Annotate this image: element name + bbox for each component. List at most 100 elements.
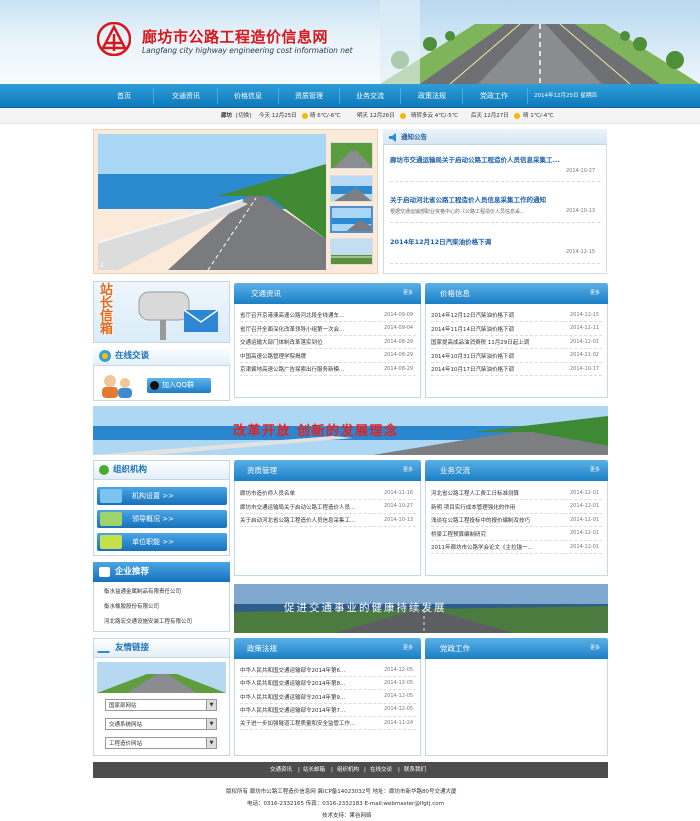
policy-item[interactable]: 中华人民共和国交通运输部令2014年第8... bbox=[240, 679, 382, 687]
recommend-item[interactable]: 河北路宏交通设施安装工程有限公司 bbox=[104, 617, 226, 625]
footer-link[interactable]: 交通资讯 bbox=[270, 762, 292, 778]
policy-item[interactable]: 关于进一步加强隧道工程质量和安全监管工作... bbox=[240, 719, 382, 727]
news-item-date: 2014-08-29 bbox=[384, 352, 414, 358]
notice-item-title[interactable]: 2014年12月12日汽柴油价格下调 bbox=[390, 236, 491, 246]
chevron-down-icon: ▼ bbox=[206, 700, 216, 710]
exchange-more-link[interactable]: 更多 bbox=[590, 460, 600, 481]
weather-switch-link[interactable]: [切换] bbox=[236, 109, 251, 124]
exchange-item-date: 2014-12-01 bbox=[570, 516, 600, 523]
org-function-label: 单位职能 >> bbox=[132, 538, 174, 546]
nav-home[interactable]: 首页 bbox=[96, 84, 152, 108]
qualification-item[interactable]: 关于启动河北省公路工程造价人员信息采集工... bbox=[240, 516, 382, 524]
exchange-item[interactable]: 河北省公路工程人工费工日标准测算 bbox=[431, 489, 561, 497]
user-avatar-icon bbox=[102, 375, 132, 398]
policy-item[interactable]: 中华人民共和国交通运输部令2014年第7... bbox=[240, 706, 382, 714]
links-image bbox=[97, 662, 226, 693]
org-setup-button[interactable]: 机构设置 >> bbox=[97, 487, 227, 505]
footer-link[interactable]: 站长邮箱 bbox=[303, 762, 325, 778]
mailbox-icon bbox=[138, 291, 219, 340]
price-title: 价格信息 bbox=[440, 289, 470, 298]
news-item[interactable]: 交通运输大部门体制改革落实到位 bbox=[240, 338, 382, 346]
exchange-item[interactable]: 浅谈在公路工程投标中的报价编制及技巧 bbox=[431, 516, 561, 524]
join-qq-label: 加入QQ群 bbox=[162, 381, 195, 389]
policy-item[interactable]: 中华人民共和国交通运输部令2014年第9... bbox=[240, 693, 382, 701]
slider-index: 2 bbox=[100, 262, 104, 269]
policy-item-date: 2014-12-05 bbox=[384, 693, 414, 700]
footer-link[interactable]: 联系我们 bbox=[404, 762, 426, 778]
list-divider bbox=[431, 512, 602, 514]
chevron-down-icon: ▼ bbox=[206, 719, 216, 729]
header-road-image bbox=[380, 0, 700, 84]
online-chat-title: 在线交谈 bbox=[115, 351, 150, 361]
footer-nav: 交通资讯 | 站长邮箱 | 组织机构 | 在线交谈 | 联系我们 bbox=[93, 762, 608, 778]
policy-item-date: 2014-12-05 bbox=[384, 706, 414, 713]
nav-party[interactable]: 党政工作 bbox=[466, 84, 522, 108]
price-item[interactable]: 2014年11月14日汽柴油价格下调 bbox=[431, 325, 561, 333]
nav-price[interactable]: 价格信息 bbox=[220, 84, 276, 108]
price-item[interactable]: 2014年10月17日汽柴油价格下调 bbox=[431, 365, 561, 373]
leader-icon bbox=[100, 512, 122, 526]
qualification-item[interactable]: 廊坊市造价师人员名单 bbox=[240, 489, 382, 497]
nav-policy[interactable]: 政策法规 bbox=[404, 84, 460, 108]
slider-main-image[interactable] bbox=[98, 134, 326, 270]
news-item[interactable]: 省厅召开京港澳高速公路河北段全线通车... bbox=[240, 311, 382, 319]
recommend-title: 企业推荐 bbox=[115, 567, 150, 577]
news-item-date: 2014-09-09 bbox=[384, 311, 414, 318]
links-select-national[interactable]: 国家部网站 ▼ bbox=[105, 699, 217, 711]
slider-thumb-2[interactable] bbox=[330, 175, 373, 202]
news-more-link[interactable]: 更多 bbox=[403, 283, 413, 304]
qualification-more-link[interactable]: 更多 bbox=[403, 460, 413, 481]
notice-item-title[interactable]: 关于启动河北省公路工程造价人员信息采集工作的通知 bbox=[390, 194, 546, 204]
notice-item-desc: 根据交通运输部职业资格中心的《公路工程造价人员信息采... bbox=[390, 209, 525, 215]
document-icon bbox=[99, 567, 110, 577]
footer-link[interactable]: 在线交谈 bbox=[370, 762, 392, 778]
news-item-date: 2014-09-04 bbox=[384, 325, 414, 331]
slider-thumb-4[interactable] bbox=[330, 238, 373, 265]
slider-thumb-1[interactable] bbox=[330, 142, 373, 169]
policy-item[interactable]: 中华人民共和国交通运输部令2014年第6... bbox=[240, 666, 382, 674]
links-title: 友情链接 bbox=[115, 643, 150, 653]
exchange-item[interactable]: 2011年廊坊市公路学会论文《主拉锚一... bbox=[431, 543, 561, 551]
nav-exchange[interactable]: 业务交流 bbox=[342, 84, 398, 108]
list-divider bbox=[240, 702, 416, 704]
notice-title: 通知公告 bbox=[401, 133, 427, 141]
sun-icon bbox=[400, 112, 406, 119]
org-title: 组织机构 bbox=[113, 465, 148, 475]
policy-item-date: 2014-12-05 bbox=[384, 666, 414, 673]
footer-link[interactable]: 组织机构 bbox=[337, 762, 359, 778]
price-more-link[interactable]: 更多 bbox=[590, 283, 600, 304]
links-select-transport[interactable]: 交通系统网站 ▼ bbox=[105, 718, 217, 730]
exchange-item[interactable]: 新明 项目实行成本管理强化的作用 bbox=[431, 503, 561, 511]
nav-news[interactable]: 交通资讯 bbox=[157, 84, 215, 108]
org-function-button[interactable]: 单位职能 >> bbox=[97, 533, 227, 551]
slider-thumb-3[interactable] bbox=[330, 206, 373, 233]
list-divider bbox=[431, 321, 602, 322]
policy-item-date: 2014-12-05 bbox=[384, 679, 414, 686]
qualification-item[interactable]: 廊坊市交通运输局关于启动公路工程造价人员... bbox=[240, 503, 382, 511]
weather-today-temp: 晴 6℃/-6℃ bbox=[310, 113, 341, 119]
exchange-item-date: 2014-12-01 bbox=[570, 530, 600, 536]
notice-item-date: 2014-12-15 bbox=[566, 249, 596, 255]
list-divider bbox=[240, 526, 416, 527]
weather-tomorrow-temp: 晴转多云 4℃/-5℃ bbox=[411, 113, 458, 119]
price-item[interactable]: 2014年10月31日汽柴油价格下调 bbox=[431, 352, 561, 360]
notice-item-title[interactable]: 廊坊市交通运输局关于启动公路工程造价人员信息采集工... bbox=[390, 154, 560, 164]
nav-qualification[interactable]: 资质管理 bbox=[281, 84, 337, 108]
recommend-item[interactable]: 衡水橡胶股份有限公司 bbox=[104, 602, 226, 610]
links-select-cost[interactable]: 工程造价网站 ▼ bbox=[105, 737, 217, 749]
org-leader-button[interactable]: 领导概况 >> bbox=[97, 510, 227, 528]
price-item[interactable]: 国家提高成品油消费税 11月29日起上调 bbox=[431, 338, 561, 346]
party-more-link[interactable]: 更多 bbox=[590, 638, 600, 659]
recommend-item[interactable]: 衡水益通金属制品有限责任公司 bbox=[104, 587, 226, 595]
list-divider bbox=[240, 715, 416, 717]
policy-more-link[interactable]: 更多 bbox=[403, 638, 413, 659]
price-item[interactable]: 2014年12月12日汽柴油价格下调 bbox=[431, 311, 561, 319]
list-divider bbox=[240, 334, 416, 336]
list-divider bbox=[240, 361, 416, 363]
news-item[interactable]: 京津冀地高速公路广告探索出行服务新模... bbox=[240, 365, 382, 373]
join-qq-button[interactable]: 加入QQ群 bbox=[147, 378, 211, 393]
exchange-item[interactable]: 桥梁工程预算编制研究 bbox=[431, 530, 561, 538]
news-item[interactable]: 中国高速公路管理学院揭牌 bbox=[240, 352, 382, 360]
footer-contact: 电话：0316-2332165 传真：0316-2332183 E-mail:w… bbox=[247, 801, 444, 807]
news-item[interactable]: 省厅召开全面深化改革领导小组第一次会... bbox=[240, 325, 382, 333]
